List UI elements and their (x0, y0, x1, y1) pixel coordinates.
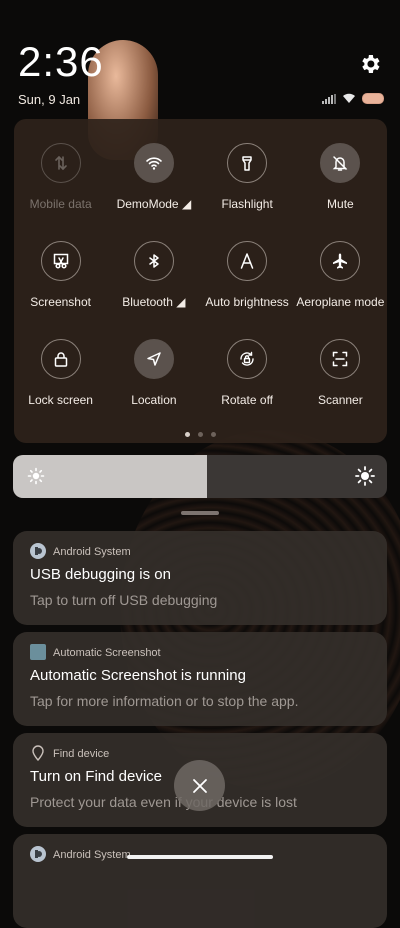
screenshot-icon (53, 253, 68, 269)
lock-icon (54, 352, 67, 367)
app-square-icon (30, 644, 46, 660)
drag-handle[interactable] (181, 511, 219, 515)
toggle-button[interactable] (320, 241, 361, 281)
gear-icon[interactable] (358, 52, 382, 76)
airplane-icon (333, 253, 348, 269)
toggle-label: Screenshot (30, 295, 91, 309)
brightness-low-icon (27, 467, 45, 485)
toggle-aeroplane-mode[interactable]: Aeroplane mode (294, 241, 387, 339)
toggle-flashlight[interactable]: Flashlight (201, 143, 294, 241)
toggle-screenshot[interactable]: Screenshot (14, 241, 107, 339)
auto-brightness-icon (240, 253, 254, 269)
battery-icon (362, 93, 384, 104)
toggle-label: Flashlight (221, 197, 273, 211)
flashlight-icon (242, 156, 252, 171)
clock-date: Sun, 9 Jan (18, 92, 81, 107)
toggle-label: Mute (327, 197, 354, 211)
toggle-button[interactable] (320, 339, 361, 379)
page-indicator (14, 432, 387, 437)
page-dot (211, 432, 216, 437)
toggle-button[interactable] (40, 339, 81, 379)
notification-app: Automatic Screenshot (53, 647, 161, 659)
clear-all-button[interactable] (174, 760, 225, 811)
notification-text: Tap for more information or to stop the … (30, 693, 299, 709)
notification-title: USB debugging is on (30, 566, 171, 583)
notification-app: Android System (53, 546, 131, 558)
status-header: 2:36 Sun, 9 Jan (0, 0, 400, 115)
brightness-slider[interactable] (13, 455, 387, 498)
rotate-lock-icon (240, 351, 254, 366)
scanner-icon (333, 351, 348, 367)
toggle-grid: Mobile data DemoMode ◢ Flashlight Mute Scree… (14, 143, 387, 437)
toggle-bluetooth[interactable]: Bluetooth ◢ (107, 241, 200, 339)
toggle-label: Auto brightness (205, 295, 289, 309)
wifi-icon (146, 157, 162, 170)
toggle-label: Scanner (318, 393, 363, 407)
notification-text: Protect your data even if your device is… (30, 794, 297, 810)
brightness-high-icon (355, 466, 375, 486)
toggle-label: Lock screen (28, 393, 93, 407)
toggle-label: DemoMode ◢ (116, 197, 192, 211)
clock-time: 2:36 (18, 38, 104, 85)
toggle-auto-brightness[interactable]: Auto brightness (201, 241, 294, 339)
toggle-label: Location (131, 393, 177, 407)
toggle-mobile-data[interactable]: Mobile data (14, 143, 107, 241)
notification-text: Tap to turn off USB debugging (30, 592, 218, 608)
toggle-label: Aeroplane mode (296, 295, 385, 309)
home-indicator[interactable] (127, 855, 273, 859)
android-system-icon (30, 846, 46, 862)
notification-app: Android System (53, 849, 131, 861)
toggle-location[interactable]: Location (107, 339, 200, 437)
notification-card[interactable]: Android System (13, 834, 387, 928)
toggle-button[interactable] (227, 143, 268, 183)
toggle-button[interactable] (40, 241, 81, 281)
toggle-label: Mobile data (29, 197, 92, 211)
toggle-button[interactable] (227, 339, 268, 379)
toggle-button[interactable] (320, 143, 361, 183)
toggle-button[interactable] (133, 339, 174, 379)
notification-title: Turn on Find device (30, 768, 163, 785)
mobile-data-icon (54, 155, 67, 171)
toggle-button[interactable] (133, 241, 174, 281)
wifi-status-icon (343, 93, 355, 103)
toggle-button[interactable] (133, 143, 174, 183)
toggle-scanner[interactable]: Scanner (294, 339, 387, 437)
toggle-button[interactable] (40, 143, 81, 183)
android-system-icon (30, 543, 46, 559)
location-pin-icon (32, 745, 44, 761)
toggle-lock-screen[interactable]: Lock screen (14, 339, 107, 437)
toggle-demomode[interactable]: DemoMode ◢ (107, 143, 200, 241)
location-icon (147, 352, 161, 366)
signal-icon (322, 93, 336, 104)
toggle-button[interactable] (227, 241, 268, 281)
close-icon (192, 778, 207, 793)
toggle-label: Rotate off (221, 393, 274, 407)
toggle-label: Bluetooth ◢ (122, 295, 186, 309)
notification-title: Automatic Screenshot is running (30, 667, 246, 684)
system-icons (322, 93, 384, 104)
toggle-rotate-off[interactable]: Rotate off (201, 339, 294, 437)
notification-app: Find device (53, 748, 110, 760)
toggle-mute[interactable]: Mute (294, 143, 387, 241)
page-dot (185, 432, 190, 437)
mute-bell-icon (333, 156, 348, 171)
page-dot (198, 432, 203, 437)
notification-card[interactable]: Automatic Screenshot Automatic Screensho… (13, 632, 387, 726)
bluetooth-icon (149, 254, 159, 268)
notification-card[interactable]: Android System USB debugging is on Tap t… (13, 531, 387, 625)
quick-settings-panel: Mobile data DemoMode ◢ Flashlight Mute Scree… (14, 119, 387, 443)
